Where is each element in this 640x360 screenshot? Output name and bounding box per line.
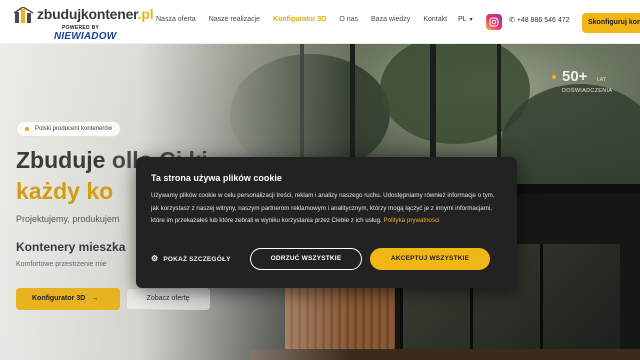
gear-icon: ⚙ (151, 254, 159, 263)
nav-item-oferta[interactable]: Nasza oferta (156, 16, 196, 23)
view-offer-button[interactable]: Zobacz ofertę (126, 288, 210, 310)
cookie-dialog-title: Ta strona używa plików cookie (151, 173, 282, 183)
partner-logo: NIEWIADOW (54, 31, 117, 42)
phone-number: +48 886 546 472 (516, 17, 570, 24)
site-logo[interactable]: zbudujkontener.pl POWERED BY NIEWIADOW (14, 6, 154, 42)
stat-unit: LAT (597, 77, 606, 83)
main-nav: Nasza oferta Nasze realizacje Konfigurat… (156, 16, 460, 23)
logo-mark-icon (14, 7, 34, 23)
configurator-button[interactable]: Konfigurator 3D → (16, 288, 120, 310)
cookie-dialog-text: Używamy plików cookie w celu personaliza… (151, 192, 495, 224)
chevron-down-icon: ▾ (469, 17, 473, 23)
logo-text-domain: .pl (137, 6, 154, 22)
configure-container-button[interactable]: Skonfiguruj kontener (582, 13, 640, 33)
site-header: zbudujkontener.pl POWERED BY NIEWIADOW N… (0, 0, 640, 44)
nav-item-realizacje[interactable]: Nasze realizacje (209, 16, 260, 23)
producer-badge: Polski producent kontenerów (16, 121, 122, 137)
hero-subheading: Kontenery mieszka (16, 240, 126, 254)
arrow-right-icon: → (91, 295, 99, 302)
show-details-label: POKAŻ SZCZEGÓŁY (163, 256, 231, 263)
nav-item-konfigurator[interactable]: Konfigurator 3D (273, 16, 326, 23)
cookie-dialog-body: Używamy plików cookie w celu personaliza… (151, 190, 501, 228)
stat-label: DOŚWIADCZENIA (562, 88, 613, 94)
show-details-button[interactable]: ⚙ POKAŻ SZCZEGÓŁY (151, 254, 231, 263)
cookie-consent-dialog: Ta strona używa plików cookie Używamy pl… (136, 157, 517, 288)
stat-dot-icon (552, 75, 556, 79)
logo-wordmark: zbudujkontener.pl (37, 6, 154, 22)
configurator-button-label: Konfigurator 3D (32, 295, 86, 302)
stat-number: 50+ (562, 68, 588, 85)
privacy-policy-link[interactable]: Polityka prywatności (384, 217, 440, 224)
language-label: PL (458, 16, 467, 23)
nav-item-baza-wiedzy[interactable]: Baza wiedzy (371, 16, 410, 23)
reject-all-button[interactable]: ODRZUĆ WSZYSTKIE (250, 248, 362, 270)
phone-icon: ✆ (509, 17, 515, 24)
instagram-glyph-icon (489, 17, 499, 27)
accept-all-button[interactable]: AKCEPTUJ WSZYSTKIE (370, 248, 490, 270)
logo-text-main: zbuduj (37, 6, 81, 22)
hero-heading-line1-text: Zbuduje (16, 147, 106, 173)
logo-text-bold: kontener (80, 6, 138, 22)
hero-heading-line2: każdy ko (16, 178, 114, 204)
phone-link[interactable]: ✆ +48 886 546 472 (509, 16, 570, 24)
hero-subtext: Komfortowe przestrzenie mie (16, 261, 107, 268)
hero-lead: Projektujemy, produkujem (16, 214, 120, 224)
nav-item-o-nas[interactable]: O nas (339, 16, 358, 23)
instagram-icon[interactable] (486, 14, 502, 30)
nav-item-kontakt[interactable]: Kontakt (423, 16, 447, 23)
language-selector[interactable]: PL ▾ (458, 16, 473, 23)
